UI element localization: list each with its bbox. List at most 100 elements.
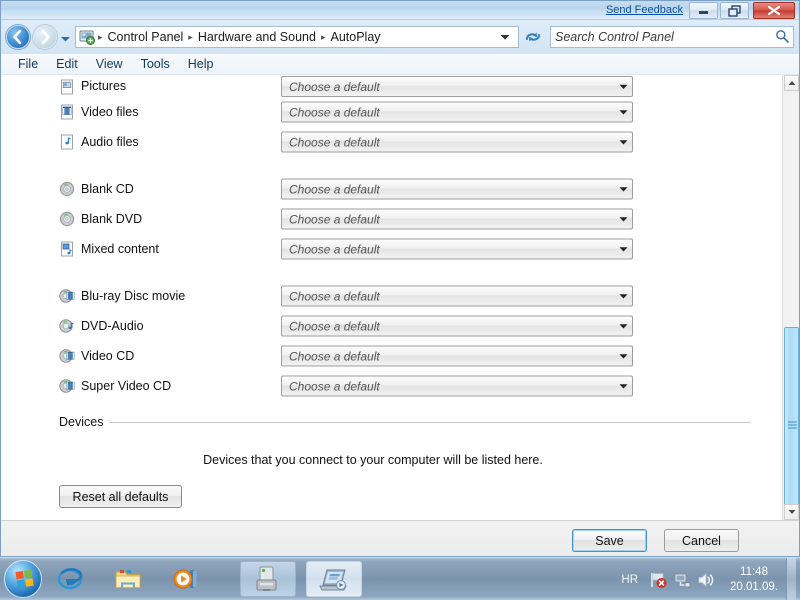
breadcrumb-dropdown-button[interactable] [495, 30, 515, 44]
chevron-down-icon [614, 216, 632, 222]
send-feedback-link[interactable]: Send Feedback [606, 4, 683, 16]
setting-combobox-blu-ray-disc-movie[interactable]: Choose a default [281, 285, 633, 307]
chevron-down-icon [614, 383, 632, 389]
setting-row-blank-dvd[interactable]: Blank DVD Choose a default [1, 204, 773, 234]
combobox-value: Choose a default [289, 182, 380, 196]
setting-combobox-mixed-content[interactable]: Choose a default [281, 238, 633, 260]
chevron-down-icon [614, 323, 632, 329]
clock[interactable]: 11:48 20.01.09. [718, 565, 786, 595]
scroll-down-button[interactable] [784, 504, 799, 520]
setting-combobox-blank-cd[interactable]: Choose a default [281, 178, 633, 200]
setting-row-pictures[interactable]: Pictures Choose a default [1, 75, 773, 97]
setting-label: Audio files [81, 135, 139, 149]
menu-item-help[interactable]: Help [179, 55, 223, 73]
scrollbar-thumb[interactable] [784, 327, 799, 520]
control-panel-icon [79, 29, 95, 45]
menu-item-tools[interactable]: Tools [132, 55, 179, 73]
video-disc-icon [59, 288, 75, 304]
taskbar-windows-explorer-button[interactable] [113, 564, 143, 594]
setting-label: Mixed content [81, 242, 159, 256]
clock-date: 20.01.09. [730, 580, 778, 593]
save-button[interactable]: Save [572, 529, 647, 552]
language-indicator[interactable]: HR [613, 574, 646, 586]
setting-row-video-cd[interactable]: Video CD Choose a default [1, 341, 773, 371]
volume-icon[interactable] [696, 570, 716, 590]
show-desktop-button[interactable] [786, 558, 796, 600]
scrollbar-grip-icon [788, 421, 797, 429]
taskbar-internet-explorer-button[interactable] [55, 564, 85, 594]
scroll-down-icon [788, 510, 795, 514]
minimize-button[interactable] [689, 2, 718, 19]
cancel-button[interactable]: Cancel [664, 529, 739, 552]
setting-row-blank-cd[interactable]: Blank CD Choose a default [1, 174, 773, 204]
vertical-scrollbar[interactable] [782, 75, 799, 520]
setting-combobox-pictures[interactable]: Choose a default [281, 76, 633, 97]
forward-button[interactable] [33, 25, 57, 49]
blank-disc-icon [59, 211, 75, 227]
setting-row-video-files[interactable]: Video files Choose a default [1, 97, 773, 127]
close-button[interactable] [753, 2, 795, 19]
setting-label: Blu-ray Disc movie [81, 289, 186, 303]
taskbar: HR 11:48 20.01.09. [0, 557, 800, 600]
breadcrumb-item-hardware-and-sound[interactable]: Hardware and Sound [194, 29, 320, 45]
setting-row-dvd-audio[interactable]: DVD-Audio Choose a default [1, 311, 773, 341]
devices-empty-message: Devices that you connect to your compute… [203, 453, 543, 467]
combobox-value: Choose a default [289, 379, 380, 393]
breadcrumb-item-control-panel[interactable]: Control Panel [104, 29, 188, 45]
dialog-button-bar: Save Cancel [1, 520, 799, 556]
combobox-value: Choose a default [289, 105, 380, 119]
setting-label: Video files [81, 105, 139, 119]
refresh-button[interactable] [523, 28, 543, 46]
desktop: Send Feedback ▸ Control Panel ▸ Hardware… [0, 0, 800, 600]
chevron-down-icon [614, 353, 632, 359]
address-bar: ▸ Control Panel ▸ Hardware and Sound ▸ A… [1, 20, 799, 54]
chevron-down-icon [614, 139, 632, 145]
minimize-icon [699, 11, 708, 14]
setting-combobox-audio-files[interactable]: Choose a default [281, 131, 633, 153]
chevron-down-icon [614, 293, 632, 299]
system-window-icon [256, 566, 277, 591]
start-button[interactable] [4, 560, 42, 598]
setting-combobox-video-cd[interactable]: Choose a default [281, 345, 633, 367]
setting-row-mixed-content[interactable]: Mixed content Choose a default [1, 234, 773, 264]
setting-row-blu-ray-disc-movie[interactable]: Blu-ray Disc movie Choose a default [1, 281, 773, 311]
refresh-icon [526, 32, 540, 42]
devices-title: Devices [59, 415, 110, 429]
breadcrumb[interactable]: ▸ Control Panel ▸ Hardware and Sound ▸ A… [75, 26, 519, 48]
windows-explorer-icon [115, 570, 141, 589]
menu-bar: File Edit View Tools Help [1, 54, 799, 75]
search-box[interactable] [550, 26, 794, 48]
setting-label: Pictures [81, 79, 127, 93]
video-disc-icon [59, 348, 75, 364]
search-input[interactable] [555, 30, 775, 44]
setting-combobox-blank-dvd[interactable]: Choose a default [281, 208, 633, 230]
setting-combobox-dvd-audio[interactable]: Choose a default [281, 315, 633, 337]
setting-row-audio-files[interactable]: Audio files Choose a default [1, 127, 773, 157]
setting-combobox-super-video-cd[interactable]: Choose a default [281, 375, 633, 397]
menu-item-view[interactable]: View [87, 55, 132, 73]
chevron-down-icon [614, 246, 632, 252]
chevron-down-icon [614, 84, 632, 90]
menu-item-edit[interactable]: Edit [47, 55, 87, 73]
setting-combobox-video-files[interactable]: Choose a default [281, 101, 633, 123]
breadcrumb-item-autoplay[interactable]: AutoPlay [326, 29, 384, 45]
taskbar-media-player-button[interactable] [171, 564, 201, 594]
audio-disc-icon [59, 318, 75, 334]
taskbar-window-button-autoplay[interactable] [306, 561, 362, 597]
reset-all-defaults-button[interactable]: Reset all defaults [59, 485, 182, 508]
combobox-value: Choose a default [289, 349, 380, 363]
settings-list: Pictures Choose a default Video files Ch… [1, 75, 773, 508]
menu-item-file[interactable]: File [9, 55, 47, 73]
scroll-up-button[interactable] [784, 75, 799, 91]
back-button[interactable] [6, 25, 30, 49]
recent-pages-button[interactable] [60, 32, 71, 46]
pictures-file-icon [59, 79, 75, 95]
autoplay-window-icon [319, 569, 347, 591]
taskbar-window-button-system[interactable] [240, 561, 296, 597]
combobox-value: Choose a default [289, 242, 380, 256]
network-icon[interactable] [672, 570, 692, 590]
maximize-button[interactable] [720, 2, 749, 19]
action-center-flag-error-icon[interactable] [648, 570, 668, 590]
setting-row-super-video-cd[interactable]: Super Video CD Choose a default [1, 371, 773, 401]
